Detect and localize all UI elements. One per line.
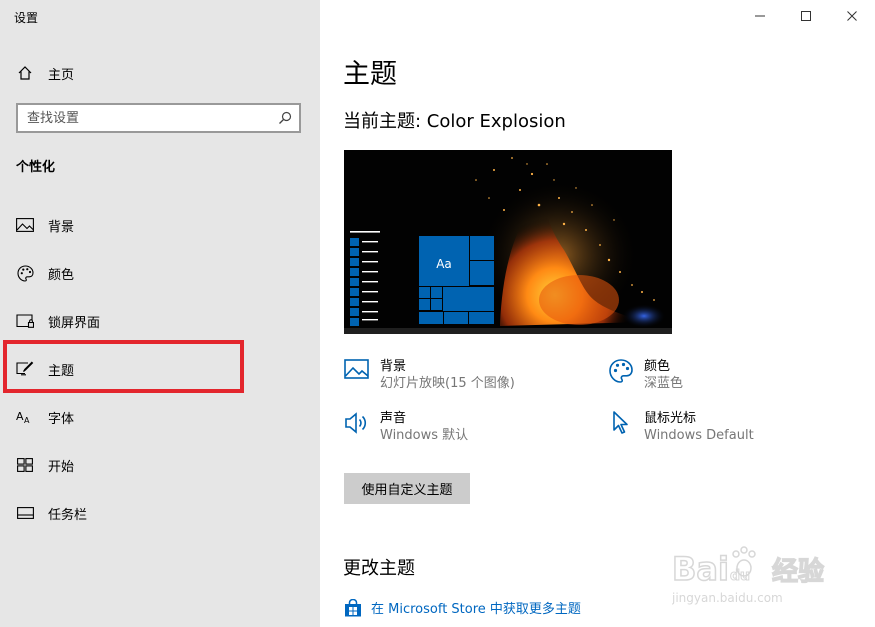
palette-icon bbox=[608, 358, 636, 386]
cursor-icon bbox=[608, 410, 636, 438]
home-icon bbox=[16, 64, 34, 82]
theme-preview-image: Aa bbox=[344, 150, 672, 334]
theme-pen-icon bbox=[16, 360, 34, 378]
sidebar: 设置 主页 个性化 背景 颜色 锁屏界面 主题 bbox=[0, 0, 320, 627]
maximize-icon bbox=[801, 11, 811, 21]
store-icon bbox=[344, 598, 362, 617]
store-link[interactable]: 在 Microsoft Store 中获取更多主题 bbox=[344, 598, 581, 617]
sidebar-item-home[interactable]: 主页 bbox=[0, 53, 320, 93]
sidebar-item-themes[interactable]: 主题 bbox=[0, 349, 320, 389]
property-name: 鼠标光标 bbox=[644, 411, 697, 426]
svg-text:A: A bbox=[16, 410, 24, 423]
watermark-url: jingyan.baidu.com bbox=[672, 591, 783, 605]
sidebar-item-label: 背景 bbox=[48, 219, 75, 235]
property-name: 背景 bbox=[380, 359, 407, 374]
window-controls bbox=[737, 0, 875, 32]
lock-screen-icon bbox=[16, 312, 34, 330]
watermark-brand2: du bbox=[730, 568, 750, 584]
baidu-watermark: Bai du 经验 jingyan.baidu.com bbox=[671, 538, 832, 608]
preview-tile-label: Aa bbox=[436, 257, 452, 271]
minimize-button[interactable] bbox=[737, 0, 783, 32]
change-theme-heading: 更改主题 bbox=[343, 558, 415, 579]
close-icon bbox=[847, 11, 857, 21]
theme-sound-option[interactable]: 声音 Windows 默认 bbox=[344, 410, 468, 445]
use-custom-theme-button[interactable]: 使用自定义主题 bbox=[344, 473, 470, 504]
sidebar-item-label: 主题 bbox=[48, 363, 75, 379]
sidebar-item-label: 字体 bbox=[48, 411, 75, 427]
property-value: 幻灯片放映(15 个图像) bbox=[380, 376, 515, 391]
property-value: Windows 默认 bbox=[380, 428, 469, 443]
search-input[interactable] bbox=[18, 104, 271, 132]
property-name: 颜色 bbox=[644, 359, 671, 374]
theme-background-option[interactable]: 背景 幻灯片放映(15 个图像) bbox=[344, 358, 515, 393]
svg-text:A: A bbox=[24, 416, 30, 424]
paw-icon bbox=[732, 546, 756, 577]
property-value: 深蓝色 bbox=[644, 376, 684, 391]
sidebar-item-label: 主页 bbox=[48, 67, 75, 83]
app-title: 设置 bbox=[14, 11, 39, 25]
property-name: 声音 bbox=[380, 411, 407, 426]
property-value: Windows Default bbox=[644, 428, 754, 443]
palette-icon bbox=[16, 264, 34, 282]
taskbar-icon bbox=[16, 504, 34, 522]
sidebar-item-lock-screen[interactable]: 锁屏界面 bbox=[0, 301, 320, 341]
picture-icon bbox=[344, 358, 372, 386]
store-link-label: 在 Microsoft Store 中获取更多主题 bbox=[371, 602, 581, 617]
search-icon[interactable] bbox=[271, 111, 299, 125]
section-title: 个性化 bbox=[16, 160, 56, 175]
watermark-cn: 经验 bbox=[772, 556, 824, 587]
sidebar-item-taskbar[interactable]: 任务栏 bbox=[0, 493, 320, 533]
sidebar-item-background[interactable]: 背景 bbox=[0, 205, 320, 245]
theme-color-option[interactable]: 颜色 深蓝色 bbox=[608, 358, 683, 393]
picture-icon bbox=[16, 216, 34, 234]
page-title: 主题 bbox=[343, 59, 397, 90]
search-box[interactable] bbox=[16, 103, 301, 133]
current-theme-label: 当前主题: Color Explosion bbox=[343, 111, 566, 132]
theme-preview: Aa bbox=[344, 150, 672, 334]
sidebar-item-start[interactable]: 开始 bbox=[0, 445, 320, 485]
watermark-brand: Bai bbox=[672, 550, 729, 588]
font-icon: AA bbox=[16, 408, 34, 426]
sidebar-item-label: 开始 bbox=[48, 459, 75, 475]
theme-cursor-option[interactable]: 鼠标光标 Windows Default bbox=[608, 410, 754, 445]
sidebar-item-label: 锁屏界面 bbox=[48, 315, 101, 331]
sidebar-item-color[interactable]: 颜色 bbox=[0, 253, 320, 293]
sidebar-item-label: 颜色 bbox=[48, 267, 75, 283]
close-button[interactable] bbox=[829, 0, 875, 32]
minimize-icon bbox=[755, 15, 765, 17]
start-grid-icon bbox=[16, 456, 34, 474]
maximize-button[interactable] bbox=[783, 0, 829, 32]
sidebar-item-fonts[interactable]: AA 字体 bbox=[0, 397, 320, 437]
sidebar-item-label: 任务栏 bbox=[48, 507, 88, 523]
speaker-icon bbox=[344, 410, 372, 438]
